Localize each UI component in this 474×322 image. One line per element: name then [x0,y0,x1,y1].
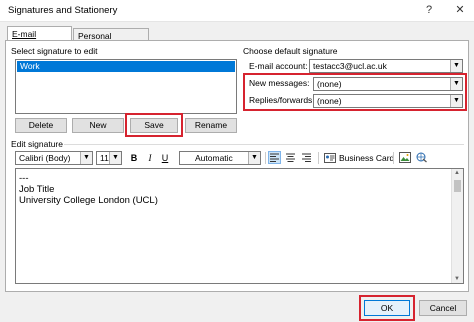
signature-list[interactable]: Work [15,59,237,114]
edit-signature-label: Edit signature [11,139,63,149]
email-account-label: E-mail account: [249,61,308,71]
email-account-dropdown[interactable]: testacc3@ucl.ac.uk ▼ [309,59,463,73]
align-center-button[interactable] [283,152,297,165]
chevron-down-icon: ▼ [450,95,462,107]
close-icon[interactable]: ✕ [449,1,471,20]
hyperlink-icon [416,152,427,163]
underline-button[interactable]: U [158,152,172,165]
toolbar-separator [318,152,319,164]
insert-picture-button[interactable] [398,152,412,165]
signature-list-item-work[interactable]: Work [17,61,235,72]
chevron-down-icon: ▼ [80,152,92,164]
select-signature-label: Select signature to edit [11,46,98,56]
signature-line: University College London (UCL) [19,195,158,206]
scroll-up-icon[interactable]: ▲ [454,170,460,176]
new-messages-dropdown[interactable]: (none) ▼ [313,77,463,91]
align-right-icon [301,153,311,162]
signature-editor[interactable]: --- Job Title University College London … [15,168,464,284]
scrollbar-thumb[interactable] [454,180,461,192]
replies-forwards-label: Replies/forwards: [249,95,315,105]
new-messages-label: New messages: [249,78,310,88]
insert-hyperlink-button[interactable] [415,152,429,165]
bold-button[interactable]: B [127,152,141,165]
save-button[interactable]: Save [130,118,178,133]
replies-forwards-dropdown[interactable]: (none) ▼ [313,94,463,108]
ok-button[interactable]: OK [364,300,410,316]
title-bar: Signatures and Stationery ? ✕ [0,0,474,22]
cancel-button[interactable]: Cancel [419,300,467,316]
italic-button[interactable]: I [143,152,157,165]
font-color-dropdown[interactable]: Automatic ▼ [179,151,261,165]
align-left-button[interactable] [268,151,281,164]
help-icon[interactable]: ? [418,1,440,20]
align-left-icon [270,153,279,162]
rename-button[interactable]: Rename [185,118,237,133]
business-card-icon [324,153,336,163]
chevron-down-icon: ▼ [450,60,462,72]
align-right-button[interactable] [299,152,313,165]
divider [64,144,464,145]
default-signature-heading: Choose default signature [243,46,338,56]
new-button[interactable]: New [72,118,124,133]
picture-icon [399,152,411,163]
business-card-button[interactable]: Business Card [324,152,394,165]
signature-line: --- [19,173,29,184]
scroll-down-icon[interactable]: ▼ [454,276,460,282]
chevron-down-icon: ▼ [248,152,260,164]
editor-scrollbar[interactable]: ▲ ▼ [451,169,463,283]
chevron-down-icon: ▼ [109,152,121,164]
font-size-dropdown[interactable]: 11 ▼ [96,151,122,165]
toolbar-separator [265,152,266,164]
chevron-down-icon: ▼ [450,78,462,90]
signature-line: Job Title [19,184,55,195]
window-title: Signatures and Stationery [8,5,118,16]
font-name-dropdown[interactable]: Calibri (Body) ▼ [15,151,93,165]
delete-button[interactable]: Delete [15,118,67,133]
toolbar-separator [393,152,394,164]
align-center-icon [285,153,295,162]
